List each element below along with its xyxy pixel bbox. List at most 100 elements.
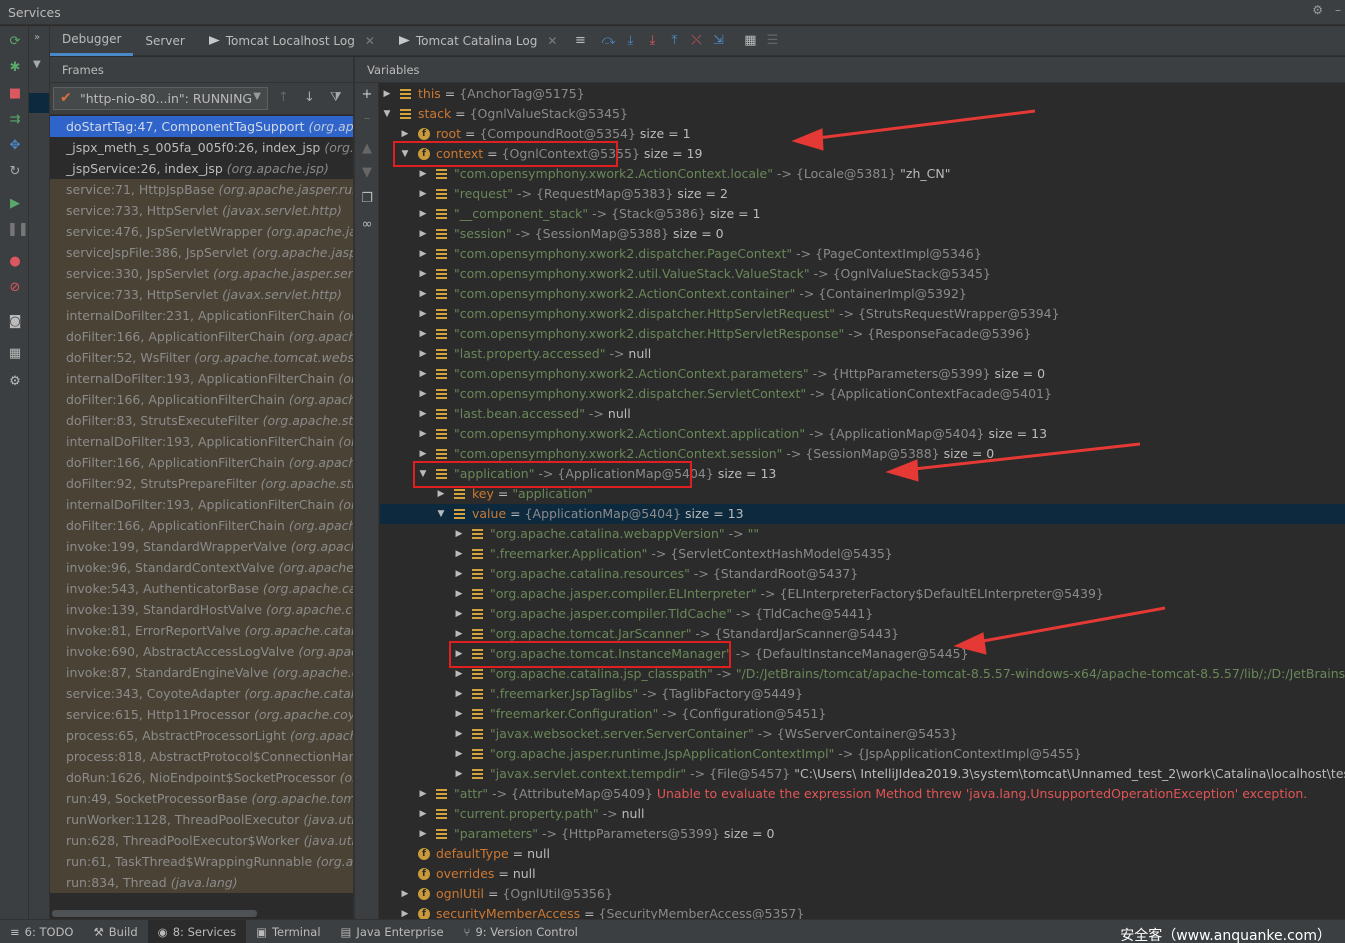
expanded-arrow-icon[interactable]: ▼ (436, 504, 446, 524)
variable-row[interactable]: ▶ "javax.servlet.context.tempdir" -> {Fil… (380, 764, 1345, 784)
variable-row[interactable]: ▶ ".freemarker.JspTaglibs" -> {TaglibFact… (380, 684, 1345, 704)
remove-watch-icon[interactable]: – (359, 111, 375, 126)
collapsed-arrow-icon[interactable]: ▶ (418, 184, 428, 204)
stack-frame[interactable]: process:65, AbstractProcessorLight (org.… (50, 725, 353, 746)
refresh-icon[interactable]: ↻ (7, 164, 23, 180)
collapsed-arrow-icon[interactable]: ▶ (418, 364, 428, 384)
collapsed-arrow-icon[interactable]: ▶ (418, 284, 428, 304)
variable-row[interactable]: ▼ stack = {OgnlValueStack@5345} (380, 104, 1345, 124)
settings-gear-icon[interactable]: ⚙ (1312, 3, 1323, 17)
collapsed-arrow-icon[interactable]: ▶ (400, 904, 410, 919)
drop-frame-icon[interactable]: ⤬ (685, 33, 707, 48)
variable-row[interactable]: ▶ "com.opensymphony.xwork2.dispatcher.Pag… (380, 244, 1345, 264)
arrow-down-icon[interactable]: ↓ (304, 90, 315, 105)
variable-row[interactable]: ▶ "last.property.accessed" -> null (380, 344, 1345, 364)
evaluate-icon[interactable]: ▦ (739, 33, 761, 48)
expanded-arrow-icon[interactable]: ▼ (382, 104, 392, 124)
collapsed-arrow-icon[interactable]: ▶ (418, 404, 428, 424)
variable-row[interactable]: ▶ "com.opensymphony.xwork2.ActionContext.… (380, 164, 1345, 184)
stack-frame[interactable]: serviceJspFile:386, JspServlet (org.apac… (50, 242, 353, 263)
stack-frame[interactable]: doFilter:166, ApplicationFilterChain (or… (50, 389, 353, 410)
menu-icon[interactable]: ≡ (569, 33, 591, 48)
variable-row[interactable]: ▶ f securityMemberAccess = {SecurityMember… (380, 904, 1345, 919)
stack-frame[interactable]: invoke:96, StandardContextValve (org.apa… (50, 557, 353, 578)
stack-frame[interactable]: _jspx_meth_s_005fa_005f0:26, index_jsp (… (50, 137, 353, 158)
variable-row[interactable]: ▶ "com.opensymphony.xwork2.ActionContext.… (380, 424, 1345, 444)
stack-frame[interactable]: internalDoFilter:231, ApplicationFilterC… (50, 305, 353, 326)
mute-breakpoints-icon[interactable]: ⊘ (7, 280, 23, 296)
toolwindow-button[interactable]: ⑂ 9: Version Control (454, 920, 588, 943)
stack-frame[interactable]: service:733, HttpServlet (javax.servlet.… (50, 200, 353, 221)
collapsed-arrow-icon[interactable]: ▶ (418, 264, 428, 284)
tab-debugger[interactable]: Debugger (50, 25, 134, 56)
variable-row[interactable]: ▶ "request" -> {RequestMap@5383} size = 2 (380, 184, 1345, 204)
collapsed-arrow-icon[interactable]: ▶ (454, 744, 464, 764)
stack-frame[interactable]: service:71, HttpJspBase (org.apache.jasp… (50, 179, 353, 200)
frames-scrollbar[interactable] (50, 907, 353, 919)
stack-frame[interactable]: run:61, TaskThread$WrappingRunnable (org… (50, 851, 353, 872)
collapsed-arrow-icon[interactable]: ▶ (454, 564, 464, 584)
variable-row[interactable]: ▶ "com.opensymphony.xwork2.ActionContext.… (380, 284, 1345, 304)
variable-row[interactable]: ▶ "org.apache.catalina.webappVersion" -> … (380, 524, 1345, 544)
close-icon[interactable]: ✕ (547, 26, 557, 56)
stack-frame[interactable]: doFilter:52, WsFilter (org.apache.tomcat… (50, 347, 353, 368)
stack-frame[interactable]: service:330, JspServlet (org.apache.jasp… (50, 263, 353, 284)
step-out-icon[interactable]: ⤒ (663, 33, 685, 48)
collapsed-arrow-icon[interactable]: ▶ (454, 764, 464, 784)
stack-frame[interactable]: invoke:139, StandardHostValve (org.apach… (50, 599, 353, 620)
variable-row[interactable]: ▶ "org.apache.jasper.compiler.ELInterpret… (380, 584, 1345, 604)
variable-row[interactable]: f defaultType = null (380, 844, 1345, 864)
toolwindow-button[interactable]: ▣ Terminal (246, 920, 330, 943)
move-down-icon[interactable]: ▼ (359, 165, 375, 180)
close-icon[interactable]: ✕ (365, 26, 375, 56)
deploy-icon[interactable]: ✥ (7, 138, 23, 154)
force-step-into-icon[interactable]: ⤓ (641, 33, 663, 48)
collapsed-arrow-icon[interactable]: ▶ (454, 524, 464, 544)
pause-icon[interactable]: ❚❚ (7, 222, 29, 238)
variable-row[interactable]: ▶ "session" -> {SessionMap@5388} size = 0 (380, 224, 1345, 244)
stack-frame[interactable]: doFilter:83, StrutsExecuteFilter (org.ap… (50, 410, 353, 431)
trace-icon[interactable]: ☰ (761, 33, 783, 48)
variable-row[interactable]: ▶ ".freemarker.Application" -> {ServletCo… (380, 544, 1345, 564)
collapsed-arrow-icon[interactable]: ▶ (454, 704, 464, 724)
layout-icon[interactable]: ▦ (7, 346, 23, 362)
stack-frame[interactable]: internalDoFilter:193, ApplicationFilterC… (50, 368, 353, 389)
collapsed-arrow-icon[interactable]: ▶ (418, 384, 428, 404)
variable-row[interactable]: ▶ f ognlUtil = {OgnlUtil@5356} (380, 884, 1345, 904)
add-watch-icon[interactable]: + (359, 87, 375, 102)
toolwindow-button[interactable]: ≡ 6: TODO (0, 920, 83, 943)
stack-frame[interactable]: run:834, Thread (java.lang) (50, 872, 353, 893)
variable-row[interactable]: ▼ value = {ApplicationMap@5404} size = 13 (380, 504, 1345, 524)
stack-frame[interactable]: _jspService:26, index_jsp (org.apache.js… (50, 158, 353, 179)
minimize-icon[interactable]: – (1335, 3, 1341, 17)
collapsed-arrow-icon[interactable]: ▶ (418, 804, 428, 824)
variable-row[interactable]: ▶ "parameters" -> {HttpParameters@5399} s… (380, 824, 1345, 844)
tab-tomcat-catalina-log[interactable]: Tomcat Catalina Log ✕ (387, 26, 570, 56)
variable-row[interactable]: ▶ "com.opensymphony.xwork2.dispatcher.Htt… (380, 304, 1345, 324)
variable-row[interactable]: ▶ "attr" -> {AttributeMap@5409} Unable to… (380, 784, 1345, 804)
collapsed-arrow-icon[interactable]: ▶ (454, 584, 464, 604)
debug-bug-icon[interactable]: ✱ (7, 60, 23, 76)
copy-icon[interactable]: ❐ (359, 191, 375, 206)
stack-frame[interactable]: invoke:543, AuthenticatorBase (org.apach… (50, 578, 353, 599)
stack-frame[interactable]: doFilter:166, ApplicationFilterChain (or… (50, 452, 353, 473)
stack-frame[interactable]: service:615, Http11Processor (org.apache… (50, 704, 353, 725)
collapsed-arrow-icon[interactable]: ▶ (382, 84, 392, 104)
run-to-cursor-icon[interactable]: ⇲ (707, 33, 729, 48)
variable-row[interactable]: ▶ "org.apache.jasper.runtime.JspApplicati… (380, 744, 1345, 764)
collapsed-arrow-icon[interactable]: ▶ (454, 724, 464, 744)
collapsed-arrow-icon[interactable]: ▶ (418, 424, 428, 444)
expand-chevron-icon[interactable]: » (34, 32, 40, 43)
thread-selector[interactable]: ✔ "http-nio-80...in": RUNNING ▼ (53, 87, 268, 110)
variable-row[interactable]: ▶ "org.apache.catalina.resources" -> {Sta… (380, 564, 1345, 584)
toolwindow-button[interactable]: ▤ Java Enterprise (331, 920, 454, 943)
collapsed-arrow-icon[interactable]: ▶ (418, 824, 428, 844)
variable-row[interactable]: ▶ "current.property.path" -> null (380, 804, 1345, 824)
collapsed-arrow-icon[interactable]: ▶ (454, 684, 464, 704)
collapsed-arrow-icon[interactable]: ▶ (418, 344, 428, 364)
variable-row[interactable]: ▶ "freemarker.Configuration" -> {Configur… (380, 704, 1345, 724)
stop-icon[interactable]: ■ (7, 86, 23, 102)
stack-frame[interactable]: runWorker:1128, ThreadPoolExecutor (java… (50, 809, 353, 830)
variable-row[interactable]: ▶ "org.apache.jasper.compiler.TldCache" -… (380, 604, 1345, 624)
collapsed-arrow-icon[interactable]: ▶ (418, 224, 428, 244)
